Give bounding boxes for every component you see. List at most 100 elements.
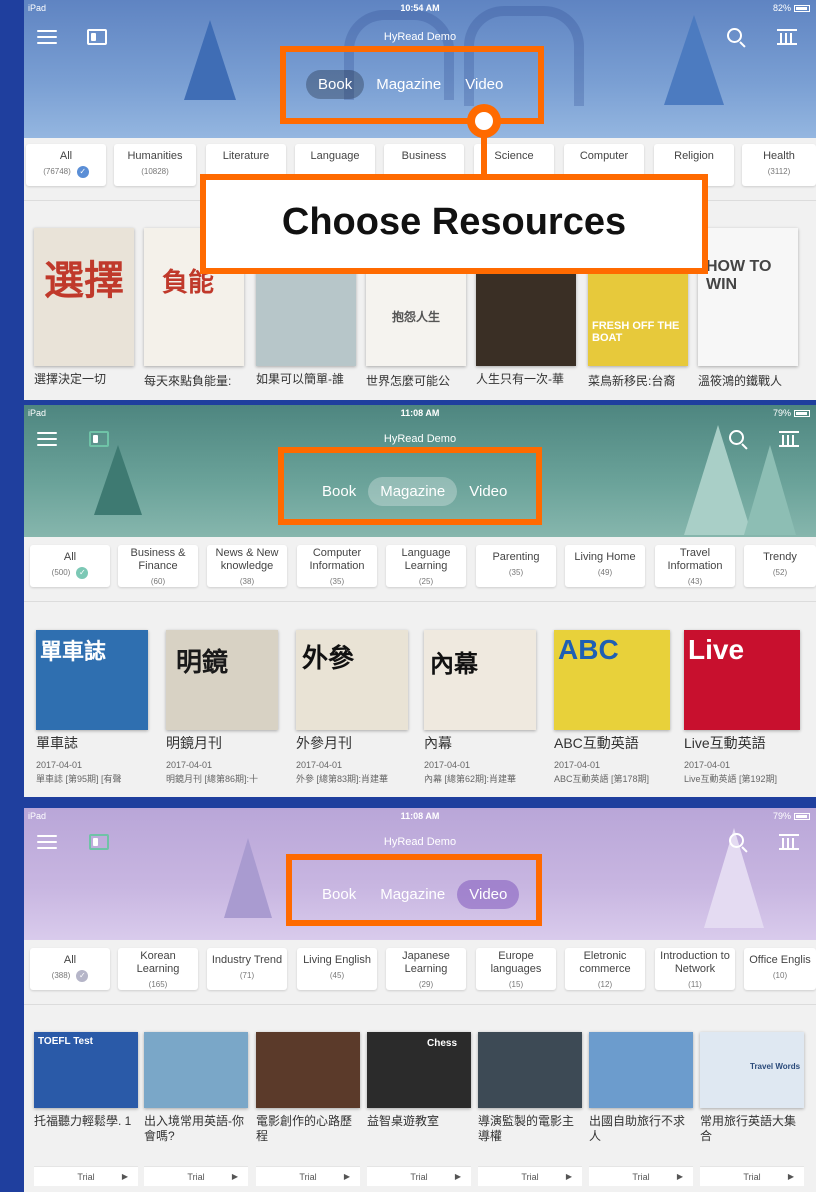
play-arrow-icon: ▶ bbox=[454, 1172, 461, 1181]
magazine-cover: ABC bbox=[554, 630, 670, 730]
video-title: 出國自助旅行不求人 bbox=[589, 1114, 686, 1143]
status-time: 10:54 AM bbox=[400, 3, 440, 13]
magazine-item[interactable]: 單車誌 單車誌 2017-04-01 單車誌 [第95期] [有聲 bbox=[36, 630, 150, 790]
video-panel: iPad 11:08 AM 79% HyRead Demo Book Magaz… bbox=[24, 808, 816, 1192]
status-time: 11:08 AM bbox=[400, 408, 440, 418]
menu-icon[interactable] bbox=[37, 30, 57, 45]
video-item[interactable]: Travel Words 常用旅行英語大集合 Trial ▶ bbox=[700, 1032, 804, 1190]
magazine-title: ABC互動英語 bbox=[554, 736, 639, 751]
category-chip-all[interactable]: All (388) ✓ bbox=[30, 948, 110, 990]
book-cover: 選擇 bbox=[34, 228, 134, 366]
category-chip-eletronic-commerce[interactable]: Eletronic commerce (12) bbox=[565, 948, 645, 990]
video-item[interactable]: 出入境常用英語-你會嗎? Trial ▶ bbox=[144, 1032, 248, 1190]
trial-button[interactable]: Trial ▶ bbox=[589, 1166, 693, 1186]
category-chip-living-home[interactable]: Living Home (49) bbox=[565, 545, 645, 587]
category-chip-living-english[interactable]: Living English (45) bbox=[297, 948, 377, 990]
trial-button[interactable]: Trial ▶ bbox=[144, 1166, 248, 1186]
magazine-item[interactable]: 明鏡 明鏡月刊 2017-04-01 明鏡月刊 [總第86期]:十 bbox=[166, 630, 280, 790]
play-arrow-icon: ▶ bbox=[565, 1172, 572, 1181]
category-chip-office-english[interactable]: Office Englis (10) bbox=[744, 948, 816, 990]
app-title: HyRead Demo bbox=[383, 433, 457, 445]
status-bar: iPad 11:08 AM 79% bbox=[24, 407, 816, 421]
magazine-cover: 單車誌 bbox=[36, 630, 148, 730]
menu-icon[interactable] bbox=[37, 835, 57, 850]
bookshelf-icon[interactable] bbox=[779, 834, 799, 850]
video-thumbnail bbox=[144, 1032, 248, 1108]
video-item[interactable]: TOEFL Test 托福聽力輕鬆學. 1 Trial ▶ bbox=[34, 1032, 138, 1190]
category-chip-all[interactable]: All (500) ✓ bbox=[30, 545, 110, 587]
magazine-issue: Live互動英語 [第192期] bbox=[684, 774, 778, 784]
video-thumbnail: Travel Words bbox=[700, 1032, 804, 1108]
bookshelf-icon[interactable] bbox=[777, 29, 797, 45]
magazine-title: Live互動英語 bbox=[684, 736, 766, 751]
trial-button[interactable]: Trial ▶ bbox=[367, 1166, 471, 1186]
category-chip-japanese-learning[interactable]: Japanese Learning (29) bbox=[386, 948, 466, 990]
category-chip-humanities[interactable]: Humanities (10828) bbox=[114, 144, 196, 186]
trial-button[interactable]: Trial ▶ bbox=[478, 1166, 582, 1186]
category-chip-business-finance[interactable]: Business & Finance (60) bbox=[118, 545, 198, 587]
battery-indicator: 82% bbox=[773, 3, 810, 13]
magazine-cover: 明鏡 bbox=[166, 630, 278, 730]
magazine-cover: 內幕 bbox=[424, 630, 536, 730]
video-item[interactable]: 出國自助旅行不求人 Trial ▶ bbox=[589, 1032, 693, 1190]
magazine-date: 2017-04-01 bbox=[296, 760, 343, 770]
book-title: 每天來點負能量: bbox=[144, 374, 232, 388]
battery-indicator: 79% bbox=[773, 811, 810, 821]
magazine-item[interactable]: ABC ABC互動英語 2017-04-01 ABC互動英語 [第178期] bbox=[554, 630, 672, 790]
category-chip-korean-learning[interactable]: Korean Learning (165) bbox=[118, 948, 198, 990]
magazine-issue: 明鏡月刊 [總第86期]:十 bbox=[166, 774, 259, 784]
callout-label: Choose Resources bbox=[200, 174, 708, 274]
search-icon[interactable] bbox=[729, 430, 749, 450]
callout-marker bbox=[467, 104, 501, 138]
book-title: 菜鳥新移民:台裔 bbox=[588, 374, 676, 388]
video-thumbnail: Chess bbox=[367, 1032, 471, 1108]
battery-icon bbox=[794, 813, 810, 821]
magazine-item[interactable]: Live Live互動英語 2017-04-01 Live互動英語 [第192期… bbox=[684, 630, 802, 790]
trial-button[interactable]: Trial ▶ bbox=[34, 1166, 138, 1186]
book-item[interactable]: HOW TO WIN 溫筱鴻的鐵戰人 bbox=[698, 228, 798, 398]
book-panel: iPad 10:54 AM 82% HyRead Demo Book Magaz… bbox=[24, 0, 816, 400]
magazine-date: 2017-04-01 bbox=[684, 760, 731, 770]
category-chip-travel-information[interactable]: Travel Information (43) bbox=[655, 545, 735, 587]
magazine-item[interactable]: 內幕 內幕 2017-04-01 內幕 [總第62期]:肖建華 bbox=[424, 630, 538, 790]
magazine-issue: 內幕 [總第62期]:肖建華 bbox=[424, 774, 517, 784]
category-chip-all[interactable]: All (76748) ✓ bbox=[26, 144, 106, 186]
play-arrow-icon: ▶ bbox=[676, 1172, 683, 1181]
category-chip-health[interactable]: Health (3112) bbox=[742, 144, 816, 186]
trial-button[interactable]: Trial ▶ bbox=[256, 1166, 360, 1186]
header-banner: iPad 11:08 AM 79% HyRead Demo Book Magaz… bbox=[24, 405, 816, 537]
member-card-icon[interactable] bbox=[89, 834, 109, 850]
trial-button[interactable]: Trial ▶ bbox=[700, 1166, 804, 1186]
category-chip-computer-information[interactable]: Computer Information (35) bbox=[297, 545, 377, 587]
category-chip-industry-trend[interactable]: Industry Trend (71) bbox=[207, 948, 287, 990]
magazine-title: 外參月刊 bbox=[296, 736, 352, 751]
member-card-icon[interactable] bbox=[89, 431, 109, 447]
category-chip-europe-languages[interactable]: Europe languages (15) bbox=[476, 948, 556, 990]
tab-highlight-frame bbox=[286, 854, 542, 926]
magazine-title: 內幕 bbox=[424, 736, 452, 751]
search-icon[interactable] bbox=[727, 28, 747, 48]
book-item[interactable]: 選擇 選擇決定一切 bbox=[34, 228, 134, 398]
app-title: HyRead Demo bbox=[383, 836, 457, 848]
menu-icon[interactable] bbox=[37, 432, 57, 447]
magazine-title: 單車誌 bbox=[36, 736, 78, 751]
video-item[interactable]: Chess 益智桌遊教室 Trial ▶ bbox=[367, 1032, 471, 1190]
magazine-issue: 單車誌 [第95期] [有聲 bbox=[36, 774, 122, 784]
video-item[interactable]: 電影創作的心路歷程 Trial ▶ bbox=[256, 1032, 360, 1190]
magazine-date: 2017-04-01 bbox=[554, 760, 601, 770]
category-chip-trendy[interactable]: Trendy (52) bbox=[744, 545, 816, 587]
video-thumbnail bbox=[256, 1032, 360, 1108]
check-icon: ✓ bbox=[76, 969, 89, 982]
magazine-issue: ABC互動英語 [第178期] bbox=[554, 774, 650, 784]
category-chip-language-learning[interactable]: Language Learning (25) bbox=[386, 545, 466, 587]
member-card-icon[interactable] bbox=[87, 29, 107, 45]
category-chip-news[interactable]: News & New knowledge (38) bbox=[207, 545, 287, 587]
category-chip-introduction-network[interactable]: Introduction to Network (11) bbox=[655, 948, 735, 990]
category-chip-parenting[interactable]: Parenting (35) bbox=[476, 545, 556, 587]
magazine-item[interactable]: 外參 外參月刊 2017-04-01 外參 [總第83期]:肖建華 bbox=[296, 630, 410, 790]
search-icon[interactable] bbox=[729, 833, 749, 853]
status-bar: iPad 10:54 AM 82% bbox=[24, 2, 816, 16]
video-item[interactable]: 導演監製的電影主導權 Trial ▶ bbox=[478, 1032, 582, 1190]
bookshelf-icon[interactable] bbox=[779, 431, 799, 447]
battery-indicator: 79% bbox=[773, 408, 810, 418]
